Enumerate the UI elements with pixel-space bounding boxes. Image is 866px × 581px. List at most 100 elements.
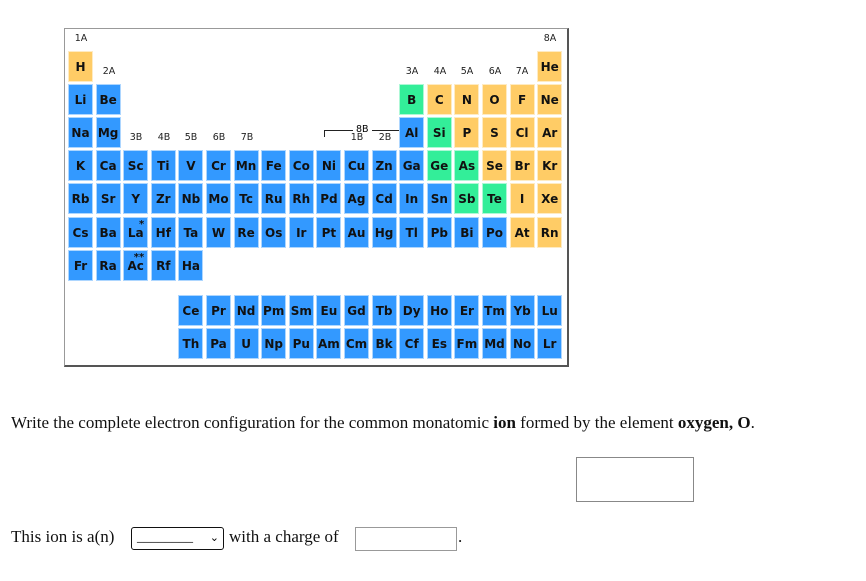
element-b[interactable]: B xyxy=(399,84,425,115)
element-tc[interactable]: Tc xyxy=(233,183,259,214)
element-he[interactable]: He xyxy=(537,51,563,82)
element-tl[interactable]: Tl xyxy=(399,217,425,248)
element-tm[interactable]: Tm xyxy=(482,295,507,326)
element-pr[interactable]: Pr xyxy=(206,295,231,326)
element-re[interactable]: Re xyxy=(233,217,259,248)
element-rh[interactable]: Rh xyxy=(288,183,314,214)
element-br[interactable]: Br xyxy=(509,150,535,181)
element-sn[interactable]: Sn xyxy=(426,183,452,214)
element-hf[interactable]: Hf xyxy=(150,217,176,248)
element-nb[interactable]: Nb xyxy=(178,183,204,214)
element-ra[interactable]: Ra xyxy=(95,250,121,281)
element-rn[interactable]: Rn xyxy=(537,217,563,248)
element-cu[interactable]: Cu xyxy=(344,150,369,181)
element-ho[interactable]: Ho xyxy=(426,295,452,326)
element-u[interactable]: U xyxy=(233,328,259,359)
element-te[interactable]: Te xyxy=(482,183,507,214)
element-mn[interactable]: Mn xyxy=(233,150,259,181)
element-cs[interactable]: Cs xyxy=(68,217,93,248)
element-ba[interactable]: Ba xyxy=(95,217,121,248)
element-er[interactable]: Er xyxy=(454,295,480,326)
element-k[interactable]: K xyxy=(68,150,93,181)
element-pa[interactable]: Pa xyxy=(206,328,231,359)
element-cr[interactable]: Cr xyxy=(206,150,231,181)
element-be[interactable]: Be xyxy=(95,84,121,115)
element-w[interactable]: W xyxy=(206,217,231,248)
element-ga[interactable]: Ga xyxy=(399,150,425,181)
element-md[interactable]: Md xyxy=(482,328,507,359)
element-cd[interactable]: Cd xyxy=(371,183,397,214)
element-kr[interactable]: Kr xyxy=(537,150,563,181)
element-pb[interactable]: Pb xyxy=(426,217,452,248)
element-se[interactable]: Se xyxy=(482,150,507,181)
element-ni[interactable]: Ni xyxy=(316,150,342,181)
element-at[interactable]: At xyxy=(509,217,535,248)
element-pt[interactable]: Pt xyxy=(316,217,342,248)
element-fr[interactable]: Fr xyxy=(68,250,93,281)
element-sm[interactable]: Sm xyxy=(288,295,314,326)
element-co[interactable]: Co xyxy=(288,150,314,181)
element-rf[interactable]: Rf xyxy=(150,250,176,281)
element-sb[interactable]: Sb xyxy=(454,183,480,214)
element-li[interactable]: Li xyxy=(68,84,93,115)
element-bk[interactable]: Bk xyxy=(371,328,397,359)
element-ir[interactable]: Ir xyxy=(288,217,314,248)
element-tb[interactable]: Tb xyxy=(371,295,397,326)
element-lu[interactable]: Lu xyxy=(537,295,563,326)
element-pm[interactable]: Pm xyxy=(261,295,287,326)
element-gd[interactable]: Gd xyxy=(344,295,369,326)
element-ca[interactable]: Ca xyxy=(95,150,121,181)
element-zn[interactable]: Zn xyxy=(371,150,397,181)
element-sr[interactable]: Sr xyxy=(95,183,121,214)
element-cf[interactable]: Cf xyxy=(399,328,425,359)
element-al[interactable]: Al xyxy=(399,117,425,148)
element-po[interactable]: Po xyxy=(482,217,507,248)
element-fm[interactable]: Fm xyxy=(454,328,480,359)
element-ne[interactable]: Ne xyxy=(537,84,563,115)
element-y[interactable]: Y xyxy=(123,183,149,214)
element-xe[interactable]: Xe xyxy=(537,183,563,214)
element-es[interactable]: Es xyxy=(426,328,452,359)
element-bi[interactable]: Bi xyxy=(454,217,480,248)
element-yb[interactable]: Yb xyxy=(509,295,535,326)
element-zr[interactable]: Zr xyxy=(150,183,176,214)
element-np[interactable]: Np xyxy=(261,328,287,359)
element-c[interactable]: C xyxy=(426,84,452,115)
element-mo[interactable]: Mo xyxy=(206,183,231,214)
element-am[interactable]: Am xyxy=(316,328,342,359)
element-in[interactable]: In xyxy=(399,183,425,214)
element-i[interactable]: I xyxy=(509,183,535,214)
element-lr[interactable]: Lr xyxy=(537,328,563,359)
element-ag[interactable]: Ag xyxy=(344,183,369,214)
element-cl[interactable]: Cl xyxy=(509,117,535,148)
element-cm[interactable]: Cm xyxy=(344,328,369,359)
element-as[interactable]: As xyxy=(454,150,480,181)
element-ti[interactable]: Ti xyxy=(150,150,176,181)
element-v[interactable]: V xyxy=(178,150,204,181)
element-pd[interactable]: Pd xyxy=(316,183,342,214)
element-p[interactable]: P xyxy=(454,117,480,148)
element-nd[interactable]: Nd xyxy=(233,295,259,326)
element-ha[interactable]: Ha xyxy=(178,250,204,281)
element-fe[interactable]: Fe xyxy=(261,150,287,181)
element-th[interactable]: Th xyxy=(178,328,204,359)
charge-input[interactable] xyxy=(355,527,457,551)
element-pu[interactable]: Pu xyxy=(288,328,314,359)
element-ce[interactable]: Ce xyxy=(178,295,204,326)
element-f[interactable]: F xyxy=(509,84,535,115)
element-s[interactable]: S xyxy=(482,117,507,148)
element-ru[interactable]: Ru xyxy=(261,183,287,214)
element-h[interactable]: H xyxy=(68,51,93,82)
element-au[interactable]: Au xyxy=(344,217,369,248)
element-no[interactable]: No xyxy=(509,328,535,359)
element-si[interactable]: Si xyxy=(426,117,452,148)
element-hg[interactable]: Hg xyxy=(371,217,397,248)
element-mg[interactable]: Mg xyxy=(95,117,121,148)
element-dy[interactable]: Dy xyxy=(399,295,425,326)
element-na[interactable]: Na xyxy=(68,117,93,148)
element-os[interactable]: Os xyxy=(261,217,287,248)
element-la[interactable]: La * xyxy=(123,217,149,248)
element-o[interactable]: O xyxy=(482,84,507,115)
ion-type-select[interactable]: ________ ⌄ xyxy=(131,527,224,550)
electron-configuration-answer-box[interactable] xyxy=(576,457,694,502)
